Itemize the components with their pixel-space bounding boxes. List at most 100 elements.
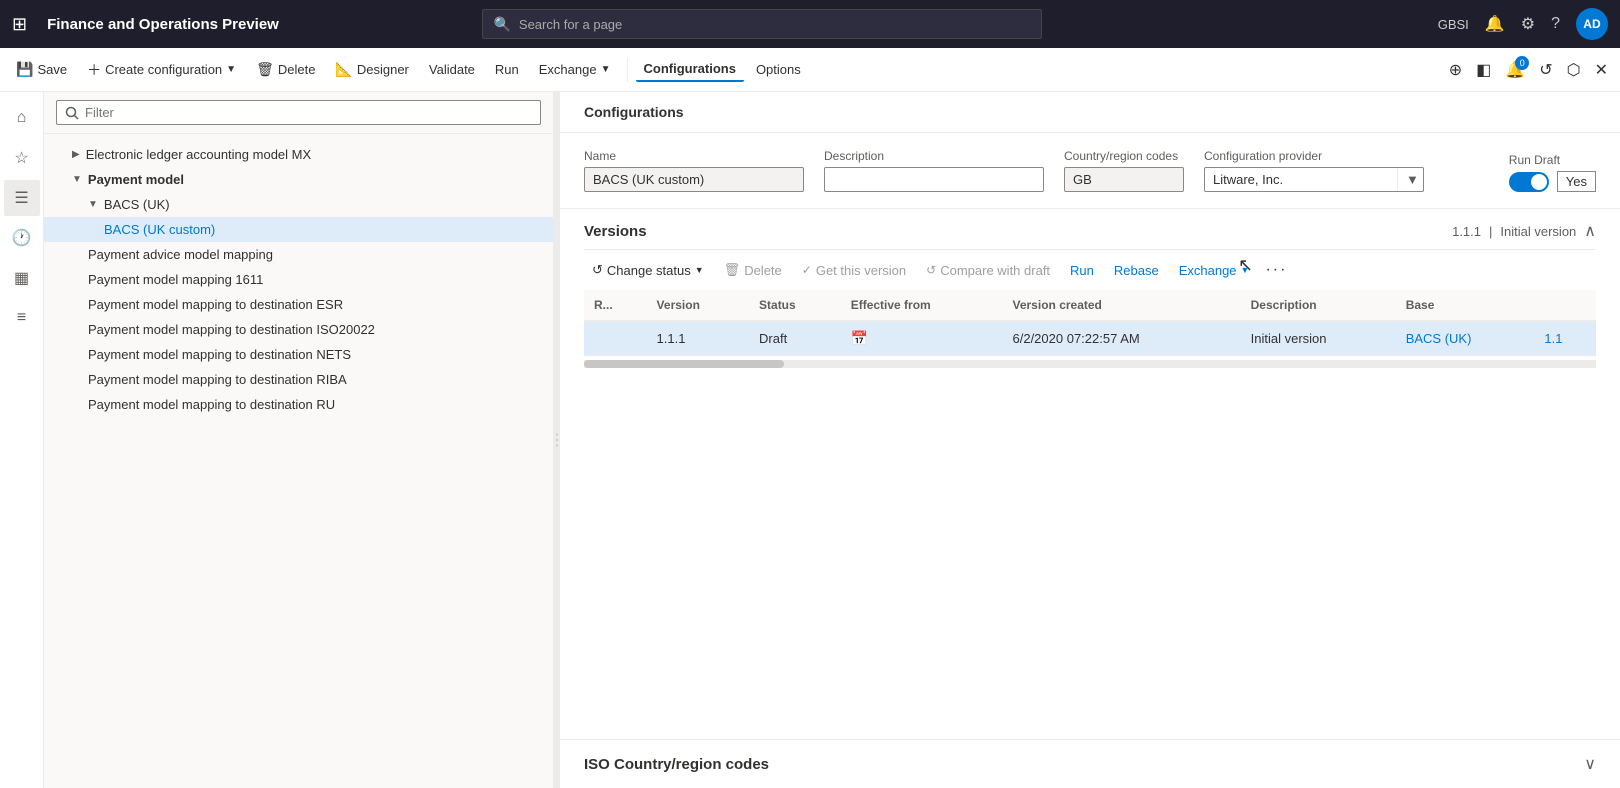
badge-icon[interactable]: 🔔 0	[1501, 56, 1529, 84]
col-description: Description	[1241, 290, 1396, 321]
exchange-button[interactable]: Exchange ▼	[531, 58, 619, 81]
description-field-group: Description	[824, 149, 1044, 192]
run-draft-toggle[interactable]	[1509, 172, 1549, 192]
run-draft-label: Run Draft	[1509, 153, 1560, 167]
home-icon[interactable]: ⌂	[4, 100, 40, 136]
versions-header: Versions 1.1.1 | Initial version ∧	[584, 209, 1596, 250]
main-layout: ⌂ ☆ ☰ 🕐 ▦ ≡ ▶ Electronic ledger accounti…	[0, 92, 1620, 788]
pin-icon[interactable]: ⊕	[1445, 56, 1466, 84]
content-header: Configurations	[560, 92, 1620, 133]
config-provider-input[interactable]	[1205, 168, 1397, 191]
country-codes-label: Country/region codes	[1064, 149, 1184, 163]
tree-item-label: Payment model mapping to destination ISO…	[88, 322, 375, 337]
workspaces-icon[interactable]: ▦	[4, 260, 40, 296]
filter-icon[interactable]: ☰	[4, 180, 40, 216]
table-row[interactable]: 1.1.1 Draft 📅 6/2/2020 07:22:57 AM Initi…	[584, 321, 1596, 356]
exchange-chevron-icon: ▼	[1241, 265, 1250, 275]
col-r: R...	[584, 290, 647, 321]
version-delete-button[interactable]: 🗑 Delete	[716, 258, 790, 282]
form-section: Name Description Country/region codes Co…	[560, 133, 1620, 209]
versions-collapse-button[interactable]: ∧	[1584, 221, 1596, 241]
nav-panel: ▶ Electronic ledger accounting model MX …	[44, 92, 554, 788]
cell-version: 1.1.1	[647, 321, 749, 356]
get-this-version-button[interactable]: ✓ Get this version	[794, 259, 914, 282]
description-input[interactable]	[824, 167, 1044, 192]
save-button[interactable]: 💾 Save	[8, 57, 75, 82]
top-nav-right: GBSI 🔔 ⚙ ? AD	[1438, 8, 1608, 40]
country-codes-field-group: Country/region codes	[1064, 149, 1184, 192]
horizontal-scrollbar[interactable]	[584, 360, 1596, 368]
tree-item-mapping-iso20022[interactable]: Payment model mapping to destination ISO…	[44, 317, 553, 342]
settings-icon[interactable]: ⚙	[1521, 14, 1535, 34]
more-options-button[interactable]: ···	[1261, 259, 1291, 281]
sidebar-toggle-icon[interactable]: ◧	[1472, 56, 1495, 84]
tree-item-mapping-1611[interactable]: Payment model mapping 1611	[44, 267, 553, 292]
validate-button[interactable]: Validate	[421, 58, 483, 81]
version-run-button[interactable]: Run	[1062, 259, 1102, 282]
tree-item-label: Payment model mapping 1611	[88, 272, 263, 287]
run-draft-row: Yes	[1509, 171, 1596, 192]
scroll-thumb[interactable]	[584, 360, 784, 368]
cell-status: Draft	[749, 321, 841, 356]
open-new-icon[interactable]: ⬡	[1563, 56, 1585, 84]
close-icon[interactable]: ✕	[1591, 56, 1612, 84]
tree-item-bacs-uk-custom[interactable]: BACS (UK custom)	[44, 217, 553, 242]
calendar-icon[interactable]: 📅	[851, 330, 868, 346]
rebase-button[interactable]: Rebase	[1106, 259, 1167, 282]
run-button[interactable]: Run	[487, 58, 527, 81]
exchange-chevron-icon: ▼	[601, 64, 611, 75]
tree-item-mapping-nets[interactable]: Payment model mapping to destination NET…	[44, 342, 553, 367]
panel-resizer[interactable]: ⋮	[554, 92, 560, 788]
delete-button[interactable]: 🗑 Delete	[248, 57, 323, 82]
tree-item-payment-advice[interactable]: Payment advice model mapping	[44, 242, 553, 267]
tree-item-mapping-riba[interactable]: Payment model mapping to destination RIB…	[44, 367, 553, 392]
description-label: Description	[824, 149, 1044, 163]
base-version-link[interactable]: 1.1	[1544, 331, 1562, 346]
country-codes-input[interactable]	[1064, 167, 1184, 192]
search-input[interactable]	[519, 17, 1032, 32]
change-status-button[interactable]: ↺ Change status ▼	[584, 258, 712, 282]
iso-title: ISO Country/region codes	[584, 756, 769, 773]
compare-with-draft-button[interactable]: ↺ Compare with draft	[918, 259, 1058, 282]
region-label: GBSI	[1438, 17, 1469, 32]
help-icon[interactable]: ?	[1551, 15, 1560, 33]
refresh-icon[interactable]: ↺	[1535, 56, 1556, 84]
config-provider-dropdown-icon[interactable]: ▼	[1397, 168, 1427, 191]
base-link[interactable]: BACS (UK)	[1406, 331, 1472, 346]
app-grid-icon[interactable]: ⊞	[12, 14, 27, 35]
nav-filter-input[interactable]	[56, 100, 541, 125]
favorites-icon[interactable]: ☆	[4, 140, 40, 176]
tree-item-label: Payment model mapping to destination ESR	[88, 297, 343, 312]
version-exchange-button[interactable]: Exchange ▼	[1171, 259, 1258, 282]
versions-meta: 1.1.1 | Initial version ∧	[1452, 221, 1596, 241]
cell-r	[584, 321, 647, 356]
versions-table-header: R... Version Status Effective from Versi…	[584, 290, 1596, 321]
modules-icon[interactable]: ≡	[4, 300, 40, 336]
col-base: Base	[1396, 290, 1535, 321]
tree-item-mapping-ru[interactable]: Payment model mapping to destination RU	[44, 392, 553, 417]
tree-item-payment-model[interactable]: ▼ Payment model	[44, 167, 553, 192]
designer-icon: 📐	[335, 61, 352, 78]
configurations-tab[interactable]: Configurations	[636, 57, 744, 82]
user-avatar[interactable]: AD	[1576, 8, 1608, 40]
iso-collapse-button[interactable]: ∨	[1584, 754, 1596, 774]
name-input[interactable]	[584, 167, 804, 192]
designer-button[interactable]: 📐 Designer	[327, 57, 416, 82]
badge-count: 0	[1515, 56, 1529, 70]
cell-description: Initial version	[1241, 321, 1396, 356]
options-tab[interactable]: Options	[748, 58, 809, 81]
create-configuration-button[interactable]: ＋ Create configuration ▼	[79, 56, 244, 84]
tree-item-mapping-esr[interactable]: Payment model mapping to destination ESR	[44, 292, 553, 317]
tree-item-bacs-uk[interactable]: ▼ BACS (UK)	[44, 192, 553, 217]
arrow-icon: ▼	[72, 174, 82, 185]
recent-icon[interactable]: 🕐	[4, 220, 40, 256]
tree-item-label: Payment model mapping to destination RU	[88, 397, 335, 412]
tree-item-label: Payment model	[88, 172, 184, 187]
tree-item-electronic-ledger[interactable]: ▶ Electronic ledger accounting model MX	[44, 142, 553, 167]
search-bar[interactable]: 🔍	[482, 9, 1042, 39]
delete-icon: 🗑	[256, 61, 274, 78]
tree-item-label: BACS (UK custom)	[104, 222, 215, 237]
plus-icon: ＋	[87, 60, 101, 80]
notifications-icon[interactable]: 🔔	[1485, 14, 1505, 34]
col-base-version	[1534, 290, 1596, 321]
